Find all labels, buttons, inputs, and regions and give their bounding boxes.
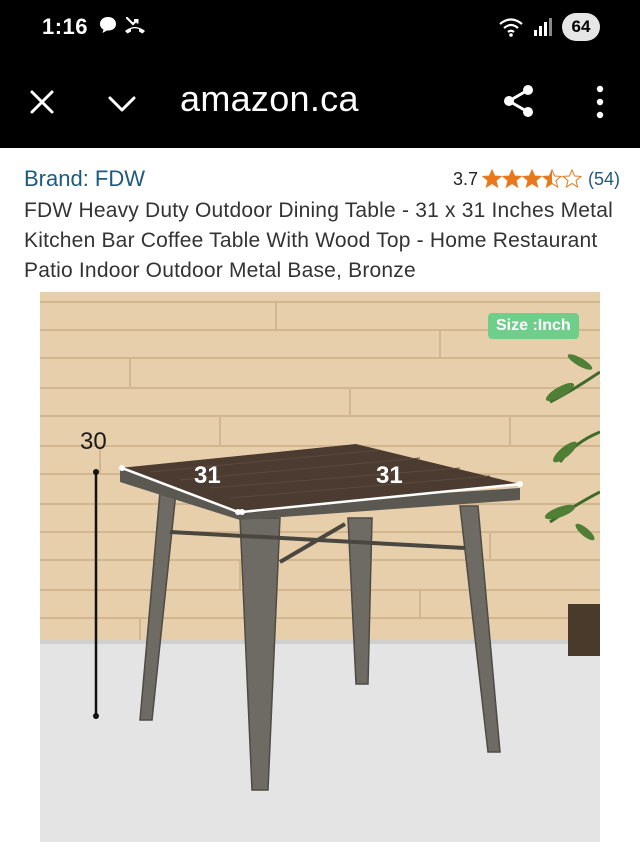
rating-summary[interactable]: 3.7 (54)	[453, 169, 620, 190]
dimension-height-label: 30	[80, 428, 107, 455]
star-rating-icon	[482, 169, 582, 188]
product-header: Brand: FDW 3.7 (54) FDW Heavy Duty Outdo…	[24, 164, 620, 286]
chevron-down-icon[interactable]	[104, 86, 140, 122]
chat-icon	[100, 17, 116, 33]
status-bar: 1:16 64	[0, 0, 640, 56]
review-count-link[interactable]: (54)	[588, 169, 620, 190]
wifi-icon	[499, 18, 523, 37]
share-icon[interactable]	[500, 82, 538, 120]
missed-call-icon	[125, 16, 145, 34]
product-image[interactable]	[40, 292, 600, 842]
brand-rating-row: Brand: FDW 3.7 (54)	[24, 164, 620, 194]
close-icon[interactable]	[24, 84, 60, 120]
notification-icons	[98, 15, 146, 35]
system-icons: 64	[498, 13, 600, 41]
battery-indicator: 64	[562, 13, 600, 41]
dimension-width-right-label: 31	[376, 462, 403, 489]
dimension-width-left-label: 31	[194, 462, 221, 489]
rating-value: 3.7	[452, 168, 478, 189]
url-domain[interactable]: amazon.ca	[180, 78, 359, 120]
size-unit-badge: Size :Inch	[488, 313, 579, 339]
status-time: 1:16	[42, 14, 89, 39]
signal-icon	[534, 18, 552, 36]
product-title: FDW Heavy Duty Outdoor Dining Table - 31…	[24, 199, 613, 282]
browser-toolbar: amazon.ca	[0, 56, 640, 148]
more-vertical-icon[interactable]	[588, 82, 612, 122]
brand-link[interactable]: Brand: FDW	[24, 166, 145, 192]
